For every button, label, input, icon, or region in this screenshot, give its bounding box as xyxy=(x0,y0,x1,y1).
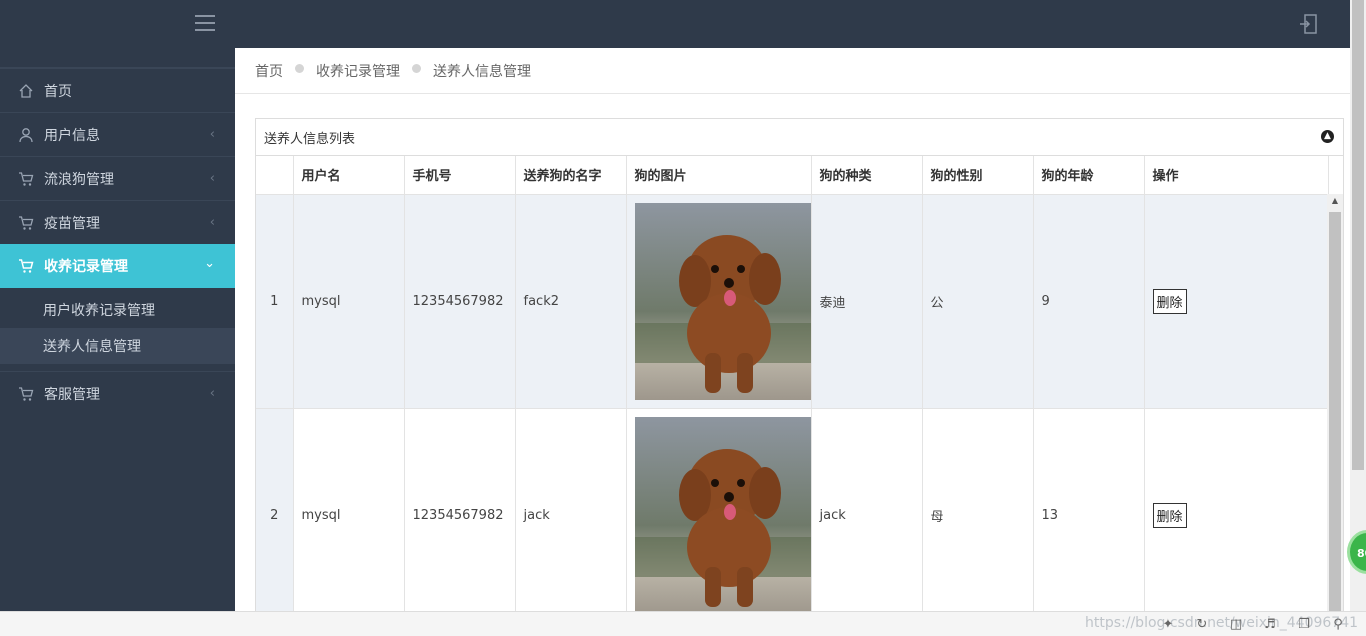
sidebar-item-label: 用户信息 xyxy=(44,127,100,144)
table-row: 2 mysql 12354567982 jack jack 母 13 删除 xyxy=(256,408,1329,611)
sidebar-item-label: 疫苗管理 xyxy=(44,215,100,232)
cell-dog-image xyxy=(626,194,812,409)
main-content: 首页 收养记录管理 送养人信息管理 送养人信息列表 ▲ 用户名 手机号 送养狗的… xyxy=(235,48,1350,611)
header-index xyxy=(256,156,294,195)
sidebar-item-vaccines[interactable]: 疫苗管理 ‹ xyxy=(0,200,235,244)
breadcrumb-separator xyxy=(412,64,421,73)
sidebar-subitem-label: 用户收养记录管理 xyxy=(43,303,155,319)
delete-button[interactable]: 删除 xyxy=(1152,502,1187,528)
zoom-icon[interactable]: ⚲ xyxy=(1330,617,1346,633)
dog-photo xyxy=(634,202,811,400)
dog-photo xyxy=(634,416,811,611)
header-gender: 狗的性别 xyxy=(922,156,1034,195)
sidebar-item-user-info[interactable]: 用户信息 ‹ xyxy=(0,112,235,156)
browser-bottom-bar: https://blog.csdn.net/weixin_44096741 ✦ … xyxy=(0,611,1366,636)
cell-username: mysql xyxy=(293,194,405,409)
table-scrollbar[interactable]: ▲ xyxy=(1327,194,1343,611)
panel-title: 送养人信息列表 xyxy=(264,131,356,147)
list-panel: 送养人信息列表 ▲ 用户名 手机号 送养狗的名字 狗的图片 狗的种类 狗的性别 … xyxy=(255,118,1344,611)
cart-icon xyxy=(18,258,34,274)
cell-dog-name: fack2 xyxy=(515,194,627,409)
top-bar xyxy=(0,0,1350,48)
scroll-up-arrow-icon[interactable]: ▲ xyxy=(1327,196,1343,205)
logout-icon[interactable] xyxy=(1298,13,1320,35)
sidebar-item-label: 首页 xyxy=(44,83,72,100)
sidebar-item-adoption-records[interactable]: 收养记录管理 ⌄ xyxy=(0,244,235,288)
hamburger-icon[interactable] xyxy=(195,15,215,31)
row-index: 2 xyxy=(256,408,294,611)
sidebar: 首页 用户信息 ‹ 流浪狗管理 ‹ 疫苗管理 ‹ 收养记录管理 ⌄ 用户收养记录… xyxy=(0,48,235,611)
header-username: 用户名 xyxy=(293,156,405,195)
page-scrollbar[interactable] xyxy=(1350,0,1366,611)
sidebar-subitem-sender-info[interactable]: 送养人信息管理 xyxy=(0,328,235,364)
cart-icon xyxy=(18,171,34,187)
chevron-left-icon: ‹ xyxy=(209,386,215,401)
header-phone: 手机号 xyxy=(404,156,516,195)
sidebar-item-customer-service[interactable]: 客服管理 ‹ xyxy=(0,371,235,415)
header-breed: 狗的种类 xyxy=(811,156,923,195)
sidebar-item-stray-dogs[interactable]: 流浪狗管理 ‹ xyxy=(0,156,235,200)
cell-dog-image xyxy=(626,408,812,611)
chevron-left-icon: ‹ xyxy=(209,171,215,186)
breadcrumb-current: 送养人信息管理 xyxy=(433,63,531,80)
cell-phone: 12354567982 xyxy=(404,194,516,409)
sidebar-item-home[interactable]: 首页 xyxy=(0,68,235,112)
sender-table: 用户名 手机号 送养狗的名字 狗的图片 狗的种类 狗的性别 狗的年龄 操作 1 … xyxy=(256,156,1329,611)
collapse-up-icon[interactable]: ▲ xyxy=(1321,130,1334,143)
panel-header: 送养人信息列表 ▲ xyxy=(256,119,1343,156)
cell-action: 删除 xyxy=(1144,194,1329,409)
table-row: 1 mysql 12354567982 fack2 泰迪 公 9 删除 xyxy=(256,194,1329,409)
cell-phone: 12354567982 xyxy=(404,408,516,611)
chevron-left-icon: ‹ xyxy=(209,215,215,230)
user-icon xyxy=(18,127,34,143)
cell-age: 13 xyxy=(1033,408,1145,611)
cell-gender: 母 xyxy=(922,408,1034,611)
bottom-icons: ✦ ↻ ◫ ♬ ❐ ⚲ xyxy=(1160,617,1346,633)
page-scrollbar-thumb[interactable] xyxy=(1352,0,1364,470)
cart-icon xyxy=(18,386,34,402)
home-icon xyxy=(18,83,34,99)
row-index: 1 xyxy=(256,194,294,409)
cell-age: 9 xyxy=(1033,194,1145,409)
cell-username: mysql xyxy=(293,408,405,611)
refresh-icon[interactable]: ↻ xyxy=(1194,617,1210,633)
cell-gender: 公 xyxy=(922,194,1034,409)
pin-icon[interactable]: ✦ xyxy=(1160,617,1176,633)
chevron-down-icon: ⌄ xyxy=(204,256,215,271)
delete-button[interactable]: 删除 xyxy=(1152,288,1187,314)
breadcrumb: 首页 收养记录管理 送养人信息管理 xyxy=(235,48,1350,94)
breadcrumb-home[interactable]: 首页 xyxy=(255,61,283,81)
header-age: 狗的年龄 xyxy=(1033,156,1145,195)
sidebar-item-label: 客服管理 xyxy=(44,386,100,403)
header-action: 操作 xyxy=(1144,156,1329,195)
sidebar-subitem-user-adoptions[interactable]: 用户收养记录管理 xyxy=(0,292,235,328)
trash-icon[interactable]: ◫ xyxy=(1228,617,1244,633)
sidebar-item-label: 流浪狗管理 xyxy=(44,171,114,188)
cell-action: 删除 xyxy=(1144,408,1329,611)
breadcrumb-level1[interactable]: 收养记录管理 xyxy=(316,61,400,81)
cell-breed: 泰迪 xyxy=(811,194,923,409)
sidebar-item-label: 收养记录管理 xyxy=(44,259,128,275)
speaker-icon[interactable]: ♬ xyxy=(1262,617,1278,633)
table-scrollbar-thumb[interactable] xyxy=(1329,212,1341,611)
table-header-row: 用户名 手机号 送养狗的名字 狗的图片 狗的种类 狗的性别 狗的年龄 操作 xyxy=(256,156,1329,195)
sidebar-subitem-label: 送养人信息管理 xyxy=(43,339,141,355)
cell-breed: jack xyxy=(811,408,923,611)
header-dog-name: 送养狗的名字 xyxy=(515,156,627,195)
header-dog-image: 狗的图片 xyxy=(626,156,812,195)
breadcrumb-separator xyxy=(295,64,304,73)
cart-icon xyxy=(18,215,34,231)
chevron-left-icon: ‹ xyxy=(209,127,215,142)
window-icon[interactable]: ❐ xyxy=(1296,617,1312,633)
cell-dog-name: jack xyxy=(515,408,627,611)
